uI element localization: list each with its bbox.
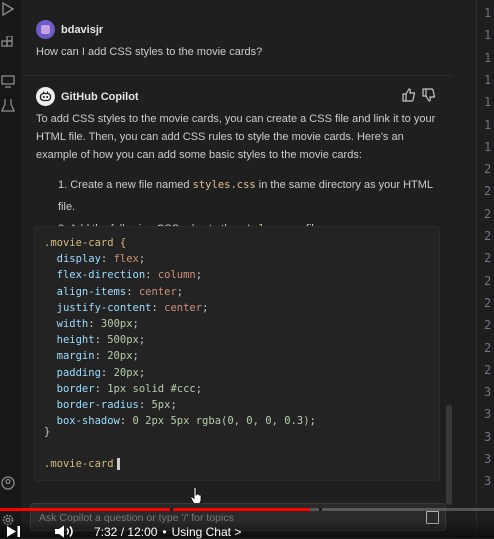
code-rule-line: border-radius: 5px; (44, 399, 177, 411)
css-property: margin (44, 350, 95, 363)
code-rule-line: width: 300px; (44, 318, 139, 330)
code-rule-line: align-items: center; (44, 285, 184, 298)
chapter-title[interactable]: Using Chat (172, 525, 231, 539)
volume-icon[interactable] (54, 525, 76, 538)
css-property: display (44, 253, 101, 266)
line-number: 2 (484, 295, 492, 310)
chat-scrollbar[interactable] (446, 405, 452, 505)
line-number: 2 (484, 229, 492, 243)
code-rule-line: box-shadow: 0 2px 5px rgba(0, 0, 0, 0.3)… (44, 415, 316, 428)
activity-bar (0, 0, 22, 538)
css-property: padding (44, 366, 101, 379)
code-rule-line: height: 500px; (44, 334, 146, 347)
line-number: 1 (484, 6, 492, 20)
line-number: 3 (484, 385, 492, 400)
filename-code: styles.css (192, 179, 256, 191)
line-number: 3 (484, 429, 492, 444)
css-property: height (44, 334, 95, 347)
line-number: 2 (484, 318, 492, 333)
css-value: 5px (151, 399, 171, 411)
copilot-icon (39, 91, 52, 102)
line-number: 2 (484, 362, 492, 377)
copilot-message-header: GitHub Copilot (36, 87, 139, 106)
text-cursor (116, 458, 120, 470)
code-rule-line: border: 1px solid #ccc; (44, 382, 203, 395)
accounts-icon[interactable] (1, 476, 15, 490)
copilot-avatar (36, 87, 55, 106)
css-value: 20px (113, 366, 139, 379)
css-property: box-shadow (44, 415, 120, 428)
chapter-marker (318, 508, 322, 511)
code-partial-line: .movie-card (44, 456, 120, 472)
css-property: border-radius (44, 399, 139, 411)
line-number: 2 (484, 184, 492, 199)
css-property: align-items (44, 285, 127, 298)
css-value: 20px (107, 350, 133, 363)
video-time: 7:32 / 12:00 • Using Chat > (94, 525, 242, 539)
copilot-name: GitHub Copilot (61, 90, 139, 103)
video-progress-bar[interactable] (0, 508, 494, 511)
line-number: 2 (484, 206, 492, 221)
line-number: 3 (484, 407, 492, 422)
code-rule-line: padding: 20px; (44, 366, 146, 379)
line-number: 2 (484, 251, 492, 266)
line-number: 1 (484, 28, 492, 43)
css-value: 300px (100, 318, 133, 330)
line-number: 3 (484, 474, 492, 489)
code-selector: .movie-card { (44, 237, 127, 249)
step-1: 1. Create a new file named styles.css in… (58, 179, 433, 213)
css-property: flex-direction (44, 269, 146, 282)
user-message-header: bdavisjr (36, 20, 103, 39)
css-value: center (164, 301, 203, 314)
css-value: 0 2px 5px rgba(0, 0, 0, 0.3) (132, 415, 310, 428)
line-number: 1 (484, 117, 492, 132)
gutter-divider (476, 0, 477, 538)
css-value: flex (113, 253, 139, 266)
code-block[interactable]: .movie-card { } .movie-card display: fle… (34, 226, 440, 481)
code-rule-line: display: flex; (44, 253, 146, 266)
css-value: 500px (107, 334, 139, 347)
line-number: 1 (484, 72, 492, 87)
copilot-answer-text: To add CSS styles to the movie cards, yo… (36, 113, 436, 161)
message-divider (22, 75, 453, 76)
chevron-right-icon[interactable]: > (234, 525, 241, 539)
chapter-marker (170, 508, 174, 511)
thumbs-down-icon[interactable] (422, 88, 436, 102)
css-value: center (138, 285, 177, 298)
next-icon[interactable] (6, 525, 22, 538)
line-number: 1 (484, 95, 492, 110)
run-debug-icon[interactable] (1, 2, 15, 16)
remote-explorer-icon[interactable] (1, 74, 15, 88)
video-progress-fill (0, 508, 310, 511)
css-value: column (157, 269, 196, 282)
css-property: justify-content (44, 301, 152, 314)
line-number: 3 (484, 452, 492, 466)
code-rule-line: justify-content: center; (44, 301, 209, 314)
css-value: 1px solid #ccc (107, 382, 196, 395)
line-number: 2 (484, 340, 492, 355)
css-property: border (44, 382, 95, 395)
code-rule-line: flex-direction: column; (44, 269, 203, 282)
code-rule-line: margin: 20px; (44, 350, 139, 363)
line-number: 1 (484, 139, 492, 154)
duration: 12:00 (127, 525, 158, 539)
line-number: 2 (484, 162, 492, 177)
css-property: width (44, 318, 89, 330)
extensions-icon[interactable] (1, 36, 15, 50)
line-number: 2 (484, 273, 492, 288)
testing-icon[interactable] (1, 98, 15, 112)
thumbs-up-icon[interactable] (402, 88, 416, 102)
current-time: 7:32 (94, 525, 118, 539)
line-number: 1 (484, 50, 492, 65)
user-question: How can I add CSS styles to the movie ca… (36, 46, 263, 58)
user-name: bdavisjr (61, 23, 104, 36)
user-avatar (36, 20, 55, 39)
